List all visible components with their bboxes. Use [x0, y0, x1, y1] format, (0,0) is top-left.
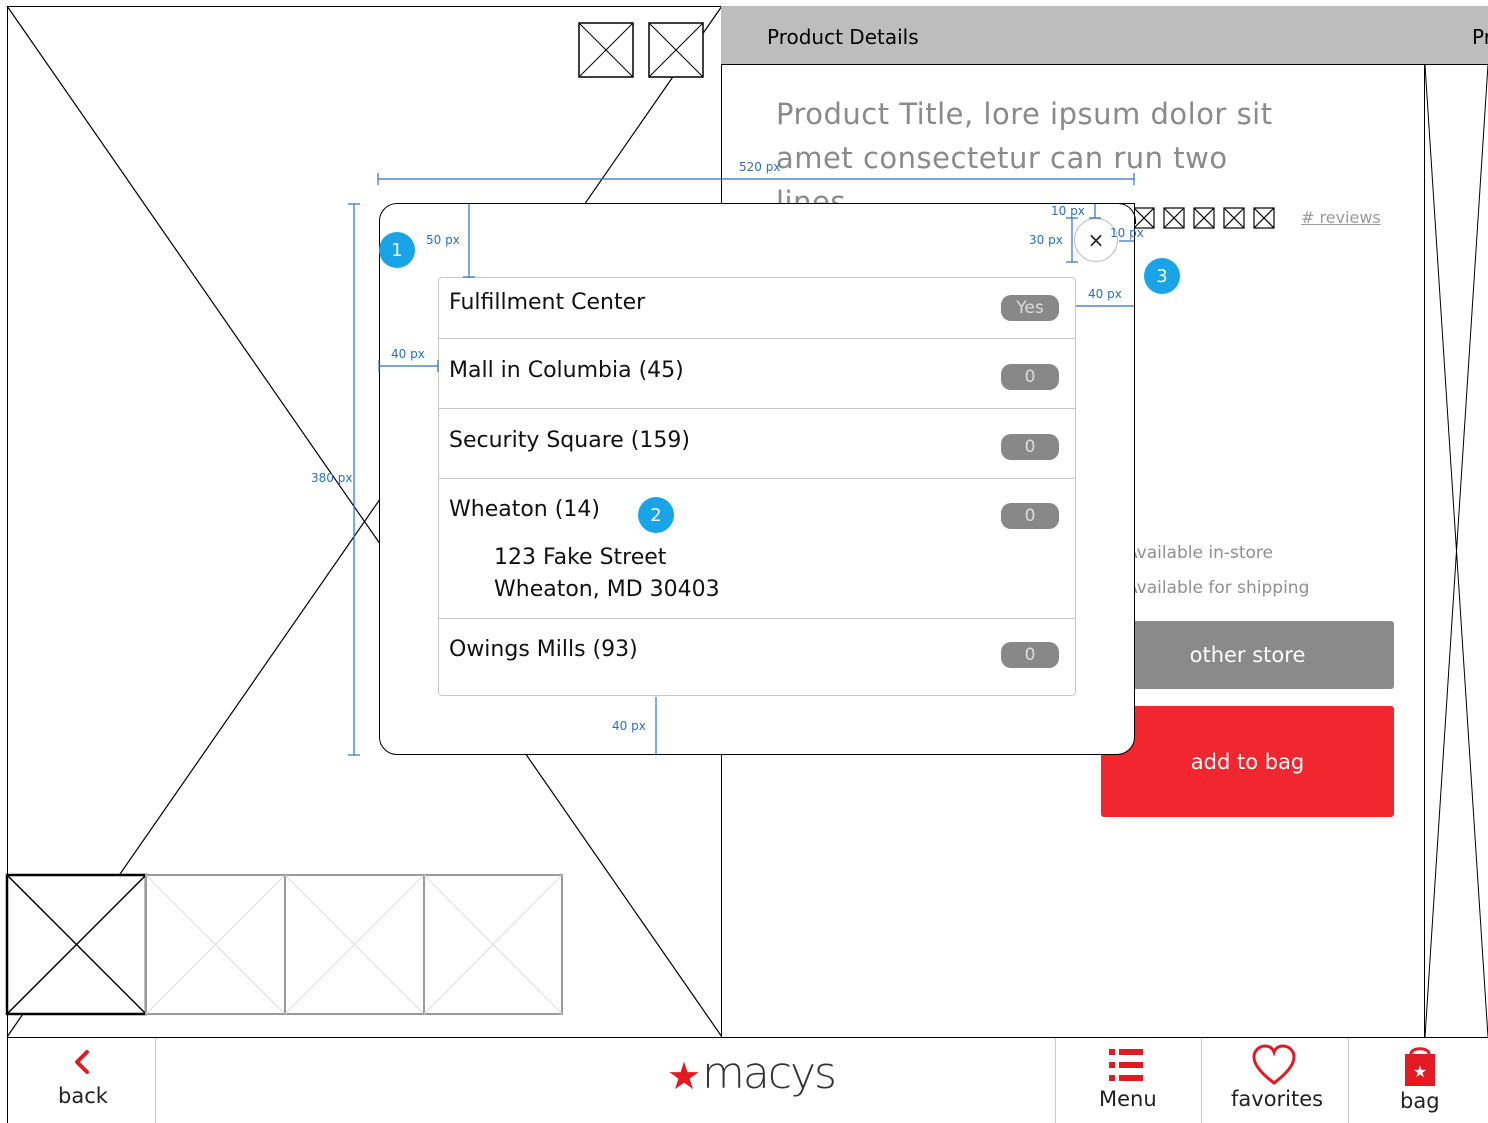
shopping-bag-icon[interactable]: ★	[0, 0, 1488, 1123]
svg-text:★: ★	[1413, 1062, 1427, 1081]
bag-button[interactable]: bag	[1400, 1089, 1440, 1113]
